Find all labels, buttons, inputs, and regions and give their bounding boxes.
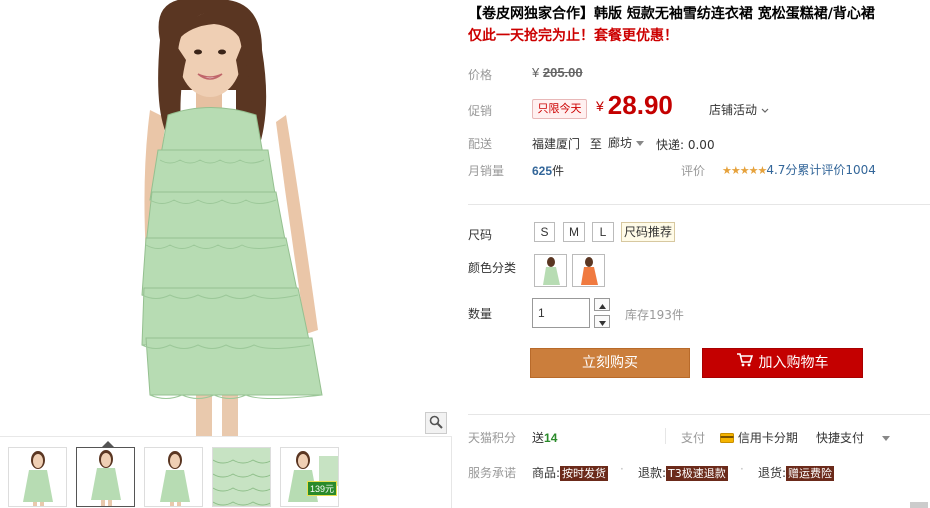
- divider: [468, 414, 930, 415]
- caret-up-icon: [598, 298, 606, 312]
- ship-from: 福建厦门 至: [532, 135, 602, 152]
- rating-total: 累计评价1004: [797, 163, 876, 177]
- destination-city: 廊坊: [608, 136, 633, 150]
- service-item-return[interactable]: 退货: 赠运费险: [758, 464, 835, 481]
- points-value: 送14: [532, 429, 557, 446]
- ship-from-city: 福建厦门: [532, 137, 581, 151]
- product-info-panel: 【卷皮网独家合作】韩版 短款无袖雪纺连衣裙 宽松蛋糕裙/背心裙 仅此一天抢完为止…: [468, 0, 930, 508]
- scrollbar-handle[interactable]: [910, 502, 928, 508]
- service-label: 服务承诺: [468, 466, 517, 480]
- product-title: 【卷皮网独家合作】韩版 短款无袖雪纺连衣裙 宽松蛋糕裙/背心裙: [468, 6, 875, 22]
- monthly-sales-count: 625: [532, 164, 553, 178]
- product-gallery: 139元: [0, 0, 452, 508]
- magnifier-icon: [429, 415, 443, 432]
- service-item-refund[interactable]: 退款: T3极速退款: [638, 464, 728, 481]
- separator-dot: ·: [620, 462, 624, 476]
- service-prefix: 退货:: [758, 466, 787, 480]
- add-to-cart-label: 加入购物车: [758, 355, 829, 371]
- thumbnail-4[interactable]: [212, 447, 271, 507]
- quick-pay-label: 快捷支付: [816, 431, 865, 445]
- size-option-s[interactable]: S: [534, 222, 555, 242]
- credit-installment-label: 信用卡分期: [737, 431, 798, 445]
- credit-card-icon: [720, 431, 734, 445]
- credit-installment-link[interactable]: 信用卡分期: [720, 429, 798, 446]
- size-option-l[interactable]: L: [592, 222, 614, 242]
- service-tag: 赠运费险: [786, 466, 835, 481]
- service-prefix: 商品:: [532, 466, 561, 480]
- stock-count: 库存193件: [625, 308, 684, 322]
- shop-activity-dropdown[interactable]: 店铺活动: [709, 101, 769, 118]
- size-label: 尺码: [468, 228, 493, 242]
- original-price: ¥ 205.00: [532, 65, 583, 80]
- thumbnail-2[interactable]: [76, 447, 135, 507]
- color-swatch-orange[interactable]: [572, 254, 605, 287]
- add-to-cart-button[interactable]: 加入购物车: [702, 348, 863, 378]
- ship-to-word: 至: [589, 137, 602, 151]
- star-rating-icon: ★★★★★: [722, 164, 767, 177]
- shipping-label: 配送: [468, 137, 493, 151]
- monthly-sales: 625件: [532, 162, 564, 179]
- points-prefix: 送: [532, 431, 545, 445]
- divider: [468, 204, 930, 205]
- monthly-sales-unit: 件: [552, 164, 565, 178]
- original-price-currency: ¥: [532, 65, 540, 80]
- quantity-label: 数量: [468, 307, 493, 321]
- service-item-shipping[interactable]: 商品: 按时发货: [532, 464, 609, 481]
- payment-label: 支付: [681, 431, 706, 445]
- promo-badge: 只限今天: [532, 99, 587, 119]
- quick-pay-dropdown[interactable]: 快捷支付: [816, 429, 890, 446]
- monthly-sales-label: 月销量: [468, 164, 505, 178]
- caret-down-icon: [881, 431, 890, 445]
- quantity-increase-button[interactable]: [594, 298, 610, 311]
- color-label: 颜色分类: [468, 261, 517, 275]
- price-label: 价格: [468, 68, 493, 82]
- service-prefix: 退款:: [638, 466, 667, 480]
- size-option-m[interactable]: M: [563, 222, 585, 242]
- model-illustration: [141, 0, 323, 436]
- thumbnail-1[interactable]: [8, 447, 67, 507]
- quantity-decrease-button[interactable]: [594, 315, 610, 328]
- rating-label: 评价: [681, 164, 706, 178]
- separator-dot: ·: [740, 462, 744, 476]
- buy-now-button[interactable]: 立刻购买: [530, 348, 690, 378]
- thumbnail-3[interactable]: [144, 447, 203, 507]
- current-price: ¥28.90: [596, 90, 673, 121]
- thumbnail-strip: 139元: [8, 447, 339, 507]
- vertical-separator: [665, 428, 666, 444]
- main-product-photo[interactable]: [0, 0, 452, 437]
- current-price-value: 28.90: [607, 90, 673, 120]
- caret-down-icon: [635, 136, 644, 150]
- thumbnail-price-tag: 139元: [306, 481, 337, 496]
- points-number: 14: [544, 431, 558, 445]
- caret-down-icon: [598, 315, 606, 329]
- shipping-fee: 快递: 0.00: [656, 138, 715, 152]
- quantity-input[interactable]: [532, 298, 590, 328]
- destination-selector[interactable]: 廊坊: [608, 134, 644, 151]
- promo-label: 促销: [468, 104, 493, 118]
- thumbnail-5[interactable]: 139元: [280, 447, 339, 507]
- points-label: 天猫积分: [468, 431, 517, 445]
- service-tag: T3极速退款: [666, 466, 728, 481]
- product-subtitle: 仅此一天抢完为止！套餐更优惠！: [468, 28, 678, 44]
- color-swatch-green[interactable]: [534, 254, 567, 287]
- rating-link[interactable]: ★★★★★4.7分累计评价1004: [722, 161, 876, 178]
- size-guide-button[interactable]: 尺码推荐: [621, 222, 676, 242]
- rating-score: 4.7分: [766, 163, 798, 177]
- shop-activity-label: 店铺活动: [709, 103, 758, 117]
- cart-icon: [736, 349, 753, 377]
- current-price-currency: ¥: [596, 98, 604, 114]
- zoom-button[interactable]: [425, 412, 447, 434]
- service-tag: 按时发货: [560, 466, 609, 481]
- original-price-value: 205.00: [542, 65, 583, 80]
- chevron-down-icon: [761, 103, 769, 117]
